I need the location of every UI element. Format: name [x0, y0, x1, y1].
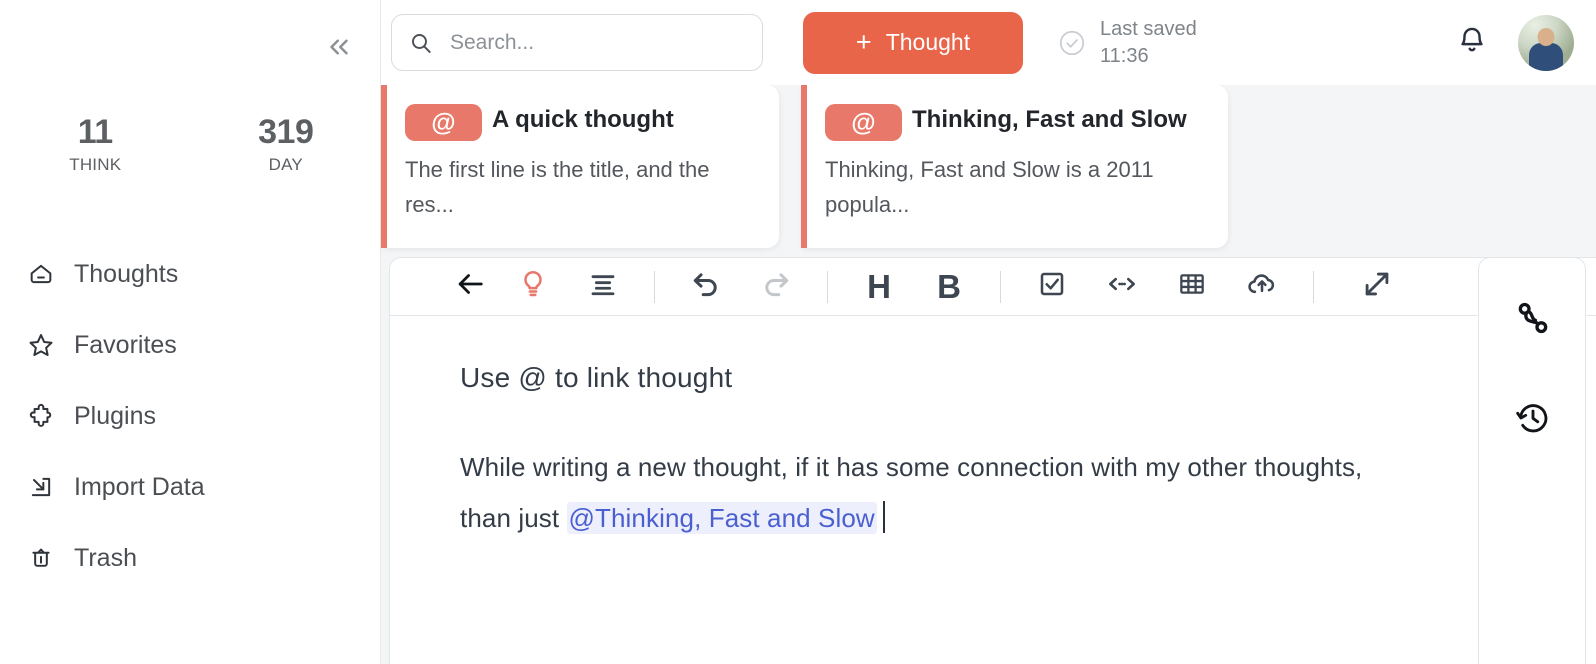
card-header: @ A quick thought [405, 101, 757, 142]
last-saved-status: Last saved 11:36 [1057, 16, 1197, 70]
align-button[interactable] [568, 258, 638, 316]
search-icon [408, 30, 434, 56]
upload-button[interactable] [1227, 258, 1297, 316]
card-title: A quick thought [492, 106, 674, 133]
text-caret [882, 501, 885, 533]
fullscreen-button[interactable] [1342, 258, 1412, 316]
mention-suggestions: @ A quick thought The first line is the t… [381, 85, 1228, 248]
avatar[interactable] [1518, 14, 1574, 71]
editor-toolbar: H B [390, 258, 1596, 316]
stat-think-label: THINK [69, 155, 122, 174]
card-title: Thinking, Fast and Slow [912, 106, 1187, 133]
sidebar-item-thoughts-label: Thoughts [74, 260, 179, 288]
checklist-button[interactable] [1017, 258, 1087, 316]
last-saved-time: 11:36 [1100, 44, 1149, 67]
stats-row: 11 THINK 319 DAY [0, 112, 381, 176]
editor-panel: H B Use @ to link thought While writing … [389, 257, 1596, 664]
new-thought-button[interactable]: + Thought [803, 11, 1023, 74]
checkbox-icon [1036, 268, 1068, 305]
sidebar: 11 THINK 319 DAY Thoughts Favorites Plug… [0, 0, 381, 664]
import-icon [26, 472, 56, 502]
card-preview: The first line is the title, and the res… [405, 157, 710, 217]
sidebar-item-plugins-label: Plugins [74, 402, 156, 430]
new-thought-button-label: Thought [885, 29, 971, 55]
heading-button[interactable]: H [844, 258, 914, 316]
last-saved-label: Last saved [1100, 17, 1197, 40]
trash-icon [26, 543, 56, 573]
top-bar-right [1452, 14, 1596, 71]
collapse-sidebar-button[interactable] [322, 30, 356, 64]
list-item[interactable]: @ Thinking, Fast and Slow Thinking, Fast … [801, 85, 1228, 248]
back-arrow-icon [453, 267, 487, 306]
stat-day-label: DAY [268, 155, 303, 174]
chevrons-left-icon [324, 32, 354, 62]
table-button[interactable] [1157, 258, 1227, 316]
sidebar-nav: Thoughts Favorites Plugins Import Data T… [0, 248, 381, 603]
stat-think-value: 11 [77, 113, 113, 151]
align-left-icon [587, 268, 619, 305]
history-icon [1514, 399, 1552, 442]
stat-think: 11 THINK [0, 112, 191, 176]
cloud-upload-icon [1245, 267, 1279, 306]
sidebar-item-trash[interactable]: Trash [0, 532, 381, 584]
thought-mention-link[interactable]: @Thinking, Fast and Slow [566, 502, 877, 534]
sidebar-item-plugins[interactable]: Plugins [0, 390, 381, 442]
editor-document[interactable]: Use @ to link thought While writing a ne… [390, 316, 1596, 544]
code-button[interactable] [1087, 258, 1157, 316]
stat-day-value: 319 [258, 113, 314, 151]
notifications-button[interactable] [1452, 23, 1492, 63]
home-icon [26, 259, 56, 289]
card-preview: Thinking, Fast and Slow is a 2011 popula… [825, 157, 1154, 217]
bold-button[interactable]: B [914, 258, 984, 316]
expand-icon [1360, 267, 1394, 306]
at-badge-icon: @ [405, 104, 482, 142]
idea-button[interactable] [498, 258, 568, 316]
top-bar: + Thought Last saved 11:36 [381, 0, 1596, 85]
toolbar-divider [654, 270, 655, 303]
app-root: 11 THINK 319 DAY Thoughts Favorites Plug… [0, 0, 1596, 664]
toolbar-divider [1313, 270, 1314, 303]
back-button[interactable] [442, 258, 498, 316]
sidebar-item-import-data[interactable]: Import Data [0, 461, 381, 513]
plus-icon: + [855, 27, 872, 57]
history-button[interactable] [1479, 378, 1587, 462]
right-rail [1478, 257, 1586, 664]
sidebar-item-favorites[interactable]: Favorites [0, 319, 381, 371]
document-title[interactable]: Use @ to link thought [460, 360, 1596, 396]
redo-button[interactable] [741, 258, 811, 316]
document-body[interactable]: While writing a new thought, if it has s… [460, 442, 1390, 544]
connections-icon [1513, 298, 1553, 343]
check-circle-icon [1057, 28, 1087, 58]
star-icon [26, 330, 56, 360]
undo-icon [689, 267, 723, 306]
sidebar-item-thoughts[interactable]: Thoughts [0, 248, 381, 300]
code-icon [1105, 267, 1139, 306]
bell-icon [1455, 23, 1489, 62]
toolbar-divider [827, 270, 828, 303]
puzzle-icon [26, 401, 56, 431]
redo-icon [759, 267, 793, 306]
toolbar-divider [1000, 270, 1001, 303]
card-header: @ Thinking, Fast and Slow [825, 101, 1206, 142]
table-icon [1176, 268, 1208, 305]
sidebar-item-import-data-label: Import Data [74, 473, 205, 501]
sidebar-item-trash-label: Trash [74, 544, 137, 572]
connections-button[interactable] [1479, 278, 1587, 362]
search-input[interactable] [450, 30, 730, 55]
main-area: + Thought Last saved 11:36 [381, 0, 1596, 664]
at-badge-icon: @ [825, 104, 902, 142]
lightbulb-icon [517, 268, 549, 305]
sidebar-item-favorites-label: Favorites [74, 331, 177, 359]
undo-button[interactable] [671, 258, 741, 316]
stat-day: 319 DAY [191, 112, 382, 176]
search-box[interactable] [391, 14, 763, 71]
list-item[interactable]: @ A quick thought The first line is the t… [381, 85, 779, 248]
